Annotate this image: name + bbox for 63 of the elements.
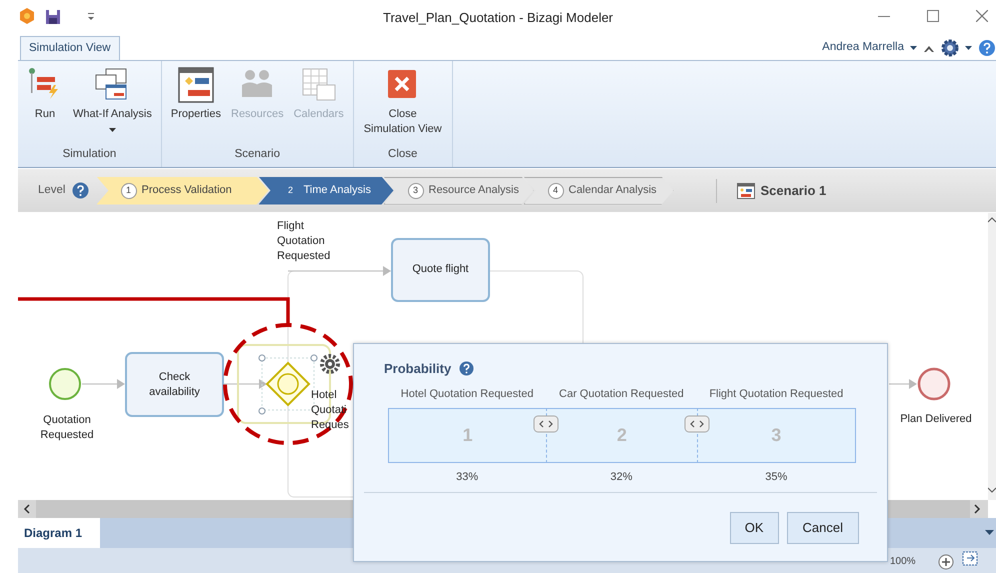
ribbon-tab[interactable]: Simulation View: [20, 36, 120, 60]
scroll-down-icon[interactable]: [988, 487, 996, 493]
vertical-scrollbar[interactable]: [988, 213, 996, 500]
help-icon[interactable]: [72, 182, 88, 199]
node-label: Quote flight: [411, 262, 470, 277]
zoom-in-icon[interactable]: [938, 554, 954, 570]
gear-icon[interactable]: [320, 354, 340, 374]
maximize-icon[interactable]: [927, 10, 939, 22]
sequence-flow-arrow: [82, 379, 125, 389]
user-name[interactable]: Andrea Marrella: [822, 39, 904, 57]
level-step-tab[interactable]: 3 Resource Analysis: [384, 176, 534, 204]
scroll-right-icon[interactable]: [973, 504, 981, 514]
group-label: Simulation: [62, 146, 118, 162]
save-icon[interactable]: [44, 8, 62, 26]
resize-handle[interactable]: [684, 415, 710, 433]
scenario-title: Scenario 1: [760, 182, 826, 200]
sequence-flow-arrow: [888, 379, 917, 389]
segment-label: Flight Quotation Requested: [708, 387, 844, 402]
scenario-icon: [736, 182, 754, 198]
dialog-title: Probability: [384, 360, 452, 378]
calendar-icon: [300, 67, 337, 103]
node-label: Flight Quotation Requested: [277, 219, 332, 264]
customize-caret-icon[interactable]: [86, 11, 96, 23]
level-step-tab[interactable]: 2 Time Analysis: [258, 176, 394, 204]
level-label: Level: [38, 182, 66, 198]
group-label: Close: [387, 146, 418, 162]
ribbon-button[interactable]: Close Simulation View: [360, 65, 446, 146]
app-logo-icon: [18, 7, 36, 25]
start-event[interactable]: [49, 368, 81, 400]
node-label: Quotation Requested: [39, 413, 95, 443]
help-icon[interactable]: [978, 39, 996, 57]
scroll-left-icon[interactable]: [23, 504, 31, 514]
ribbon-button[interactable]: Run: [24, 65, 66, 146]
resize-handle[interactable]: [533, 415, 560, 433]
close-icon[interactable]: [976, 10, 988, 22]
ribbon-button[interactable]: What-If Analysis: [70, 65, 155, 146]
diagram-tab[interactable]: Diagram 1: [18, 518, 100, 548]
node-label: Plan Delivered: [899, 412, 973, 427]
segment-label: Car Quotation Requested: [558, 387, 685, 402]
end-event[interactable]: [918, 368, 950, 400]
percentage-text: 33%: [455, 470, 480, 484]
percentage-text: 35%: [764, 470, 788, 484]
zoom-reading: 100%: [890, 556, 916, 568]
group-label: Scenario: [234, 146, 281, 162]
scroll-up-icon[interactable]: [988, 217, 996, 223]
ribbon-button[interactable]: Properties: [168, 65, 224, 146]
caret-icon[interactable]: [910, 46, 917, 50]
help-icon[interactable]: [459, 361, 474, 376]
ok-button[interactable]: OK: [730, 512, 779, 544]
cancel-button[interactable]: Cancel: [786, 512, 859, 544]
caret-icon[interactable]: [965, 46, 972, 50]
segment-label: Hotel Quotation Requested: [400, 387, 534, 402]
task-box[interactable]: [125, 352, 224, 417]
sequence-flow-arrow: [224, 379, 267, 389]
level-step-tab[interactable]: 4 Calendar Analysis: [524, 176, 674, 204]
settings-icon[interactable]: [941, 39, 959, 57]
level-step-tab[interactable]: 1 Process Validation: [96, 176, 268, 204]
dropdown-caret-icon[interactable]: [985, 530, 994, 536]
node-label: Check availability: [148, 370, 201, 400]
diagram-icon: [178, 67, 214, 103]
window-title: Travel_Plan_Quotation - Bizagi Modeler: [382, 9, 614, 27]
percentage-text: 32%: [609, 470, 634, 484]
task-box[interactable]: [391, 238, 490, 302]
